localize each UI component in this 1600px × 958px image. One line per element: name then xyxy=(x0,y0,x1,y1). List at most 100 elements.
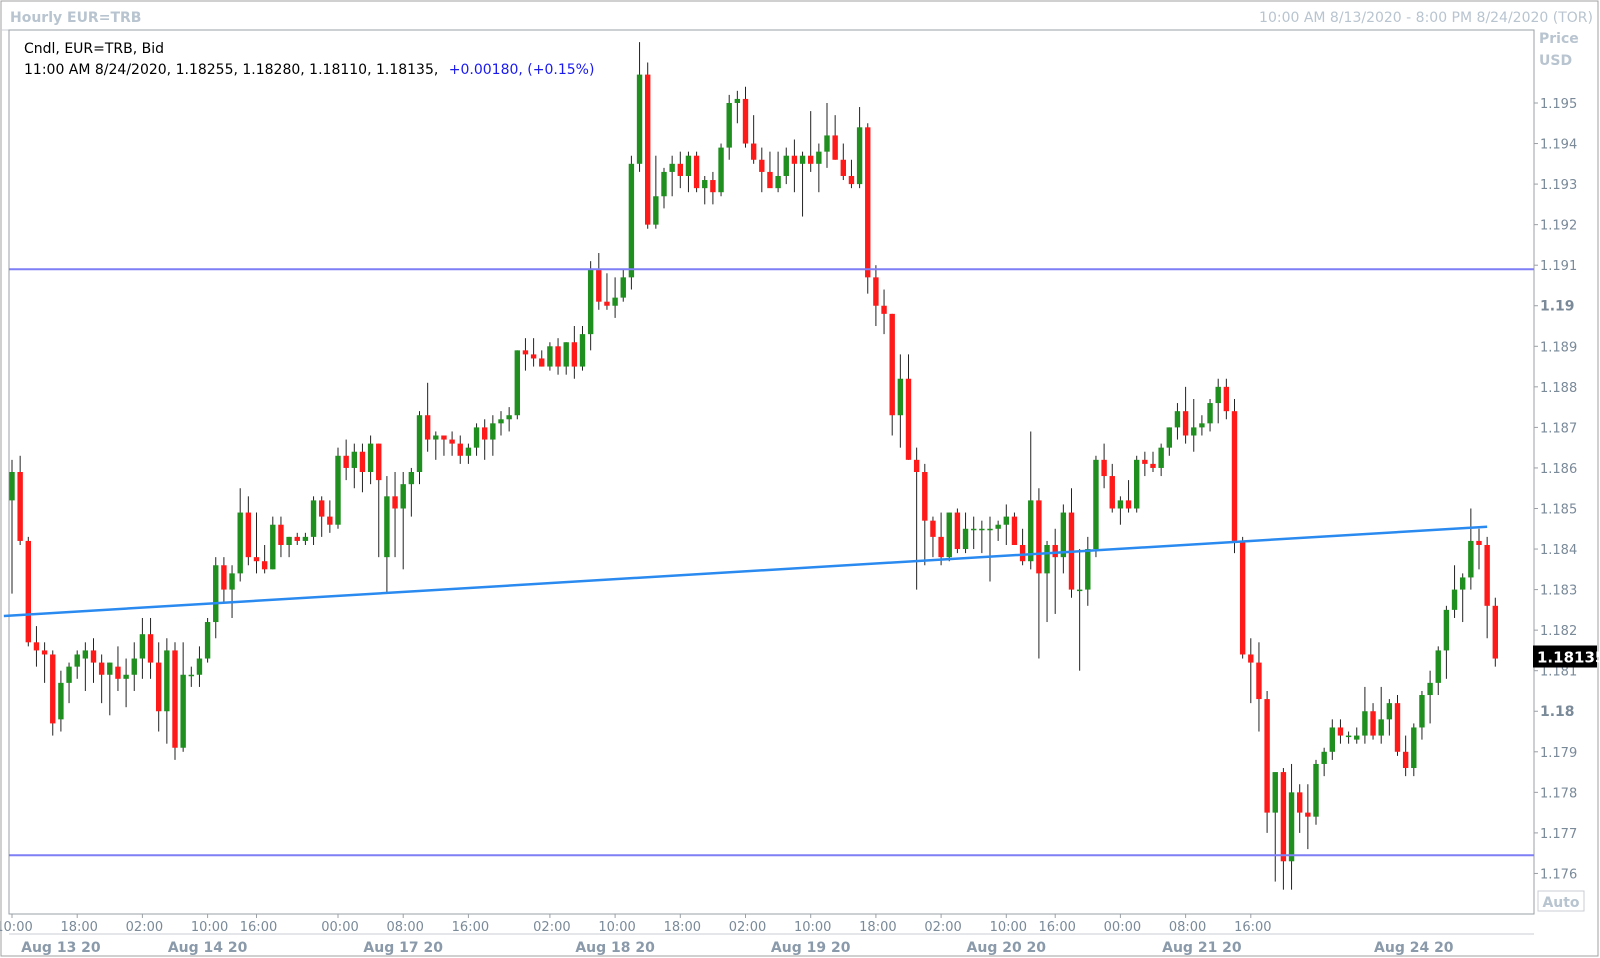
candle-body xyxy=(343,455,349,468)
candle-body xyxy=(1280,772,1287,862)
candle-body xyxy=(604,301,610,306)
candle-down xyxy=(1492,597,1498,667)
candle-body xyxy=(1093,459,1099,550)
candle-body xyxy=(376,443,382,481)
candle-body xyxy=(1166,427,1172,448)
candle-down xyxy=(1394,695,1401,756)
candle-body xyxy=(1288,792,1295,862)
candle-body xyxy=(1158,447,1164,468)
candle-down xyxy=(50,650,56,736)
candle-body xyxy=(465,447,472,456)
price-tick-label: 1.177 xyxy=(1540,827,1577,842)
candle-body xyxy=(1411,727,1417,769)
price-tick-labels: 1.195 1.194 1.193 1.192 1.191 1.19 1.189 1.188 1… xyxy=(1534,97,1577,882)
candle-body xyxy=(767,171,773,189)
candle-body xyxy=(164,650,170,712)
candle-body xyxy=(873,277,879,306)
candle-up xyxy=(1134,455,1140,513)
candle-body xyxy=(832,135,838,160)
candle-body xyxy=(367,443,374,472)
last-price-label: 1.18135 xyxy=(1537,649,1600,667)
candle-body xyxy=(1150,463,1156,468)
candle-body xyxy=(995,524,1001,529)
candle-down xyxy=(865,123,871,294)
date-label: Aug 19 20 xyxy=(771,940,851,956)
candle-body xyxy=(1321,751,1327,764)
plot-area xyxy=(8,29,1535,915)
candle-body xyxy=(539,358,545,367)
candle-body xyxy=(677,163,683,176)
candle-body xyxy=(229,573,235,590)
candle-body xyxy=(1248,654,1254,663)
candle-body xyxy=(335,455,341,525)
candle-body xyxy=(669,163,675,172)
candle-body xyxy=(392,496,398,509)
candle-body xyxy=(1427,682,1433,696)
candle-body xyxy=(1386,703,1393,720)
candle-body xyxy=(147,634,154,663)
price-tick-label: 1.194 xyxy=(1540,138,1577,153)
date-label: Aug 17 20 xyxy=(363,940,443,956)
price-axis-unit: USD xyxy=(1539,53,1572,69)
candle-body xyxy=(1215,386,1221,404)
legend-line-2: 11:00 AM 8/24/2020, 1.18255, 1.18280, 1.… xyxy=(24,62,594,78)
date-label: Aug 14 20 xyxy=(168,940,248,956)
candle-body xyxy=(710,180,716,193)
candle-body xyxy=(1354,735,1360,740)
candle-body xyxy=(653,196,659,225)
candle-body xyxy=(645,74,651,225)
candle-body xyxy=(482,427,488,440)
candle-body xyxy=(1329,727,1335,752)
candle-body xyxy=(889,313,895,416)
candle-up xyxy=(718,143,724,197)
candle-body xyxy=(783,155,789,176)
candle-body xyxy=(522,350,529,355)
candle-body xyxy=(791,155,798,164)
time-tick-label: 18:00 xyxy=(859,920,896,935)
time-tick-label: 16:00 xyxy=(1234,920,1271,935)
candle-body xyxy=(563,342,569,367)
candle-up xyxy=(946,512,952,562)
time-tick-label: 02:00 xyxy=(533,920,570,935)
candle-body xyxy=(50,654,56,724)
candle-body xyxy=(302,536,309,541)
price-tick-label: 1.185 xyxy=(1540,502,1577,517)
candle-body xyxy=(1052,544,1058,558)
candle-body xyxy=(359,451,366,472)
candle-body xyxy=(441,435,447,440)
candle-body xyxy=(587,269,594,335)
candle-body xyxy=(759,159,765,172)
candle-body xyxy=(473,427,480,448)
candle-body xyxy=(742,98,749,144)
candle-body xyxy=(881,305,887,314)
candle-body xyxy=(457,443,463,456)
candle-body xyxy=(33,642,40,651)
candle-body xyxy=(490,423,496,440)
price-tick-label: 1.187 xyxy=(1540,421,1577,436)
candle-body xyxy=(1402,751,1409,769)
candle-body xyxy=(620,277,626,298)
candle-body xyxy=(1182,411,1189,436)
candle-body xyxy=(808,155,814,164)
candle-body xyxy=(1036,500,1042,574)
candle-body xyxy=(1044,544,1050,574)
price-tick-label: 1.182 xyxy=(1540,624,1577,639)
candle-body xyxy=(579,334,586,367)
candle-body xyxy=(115,666,121,679)
candle-body xyxy=(41,650,48,655)
candle-down xyxy=(693,151,700,193)
candle-body xyxy=(1142,459,1148,464)
candle-body xyxy=(261,561,268,570)
candle-body xyxy=(514,350,520,416)
candle-body xyxy=(424,415,431,440)
candle-body xyxy=(848,175,855,185)
candle-body xyxy=(571,342,578,367)
candle-body xyxy=(245,512,252,558)
candle-body xyxy=(775,175,781,189)
candle-body xyxy=(196,658,203,675)
candle-body xyxy=(17,472,23,541)
candle-body xyxy=(1370,711,1376,736)
price-tick-label: 1.179 xyxy=(1540,746,1577,761)
candle-body xyxy=(962,528,969,550)
candle-body xyxy=(1239,540,1246,655)
